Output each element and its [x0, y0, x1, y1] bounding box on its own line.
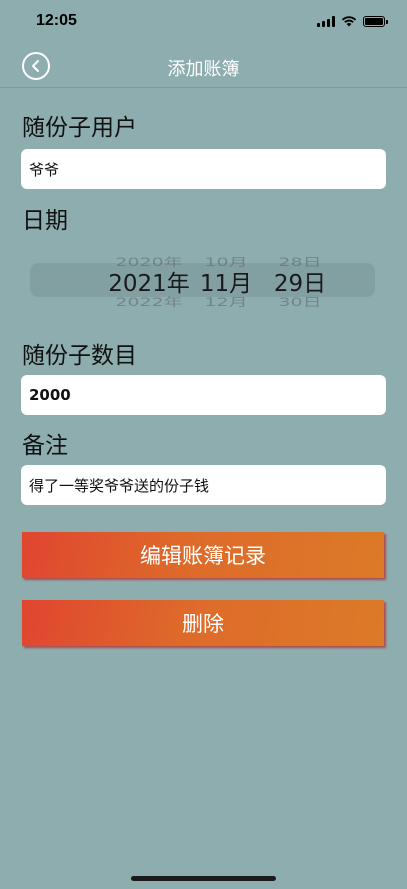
status-bar: 12:05 — [0, 0, 407, 46]
picker-day-next: 30日 — [278, 295, 322, 309]
navigation-bar: 添加账簿 — [0, 46, 407, 88]
home-indicator — [131, 876, 276, 881]
user-field[interactable]: 爷爷 — [21, 149, 386, 189]
battery-icon — [363, 15, 388, 27]
cellular-signal-icon — [317, 15, 335, 27]
amount-field[interactable]: 2000 — [21, 375, 386, 415]
user-label: 随份子用户 — [22, 115, 137, 141]
status-icons — [317, 14, 388, 28]
picker-month-next: 12月 — [204, 295, 248, 309]
note-label: 备注 — [22, 433, 68, 459]
amount-label: 随份子数目 — [22, 343, 137, 369]
note-field[interactable]: 得了一等奖爷爷送的份子钱 — [21, 465, 386, 505]
edit-record-button[interactable]: 编辑账簿记录 — [22, 532, 384, 578]
picker-row-next[interactable]: 2022年 12月 30日 — [0, 292, 407, 310]
page-title: 添加账簿 — [167, 59, 240, 80]
status-time: 12:05 — [36, 12, 77, 29]
delete-button[interactable]: 删除 — [22, 600, 384, 646]
date-label: 日期 — [22, 208, 68, 234]
date-picker[interactable]: 2020年 10月 28日 2021年 11月 29日 2022年 12月 30… — [0, 240, 407, 316]
wifi-icon — [341, 16, 357, 27]
picker-year-next: 2022年 — [115, 295, 183, 309]
